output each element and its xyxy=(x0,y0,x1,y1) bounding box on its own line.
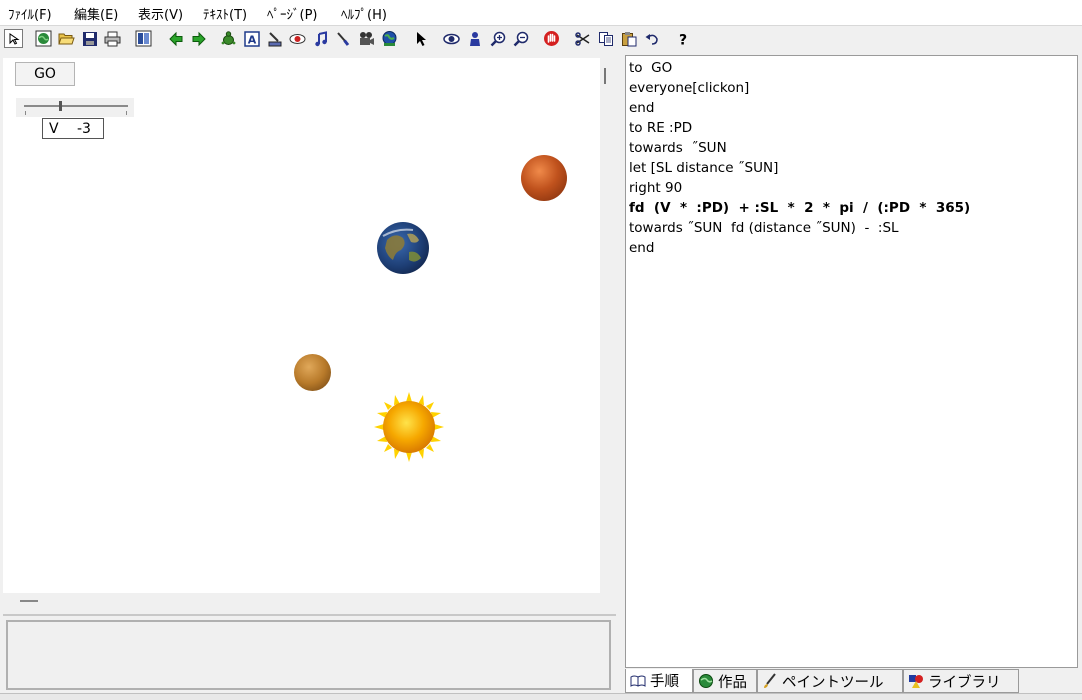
code-line: to GO xyxy=(629,60,673,76)
brush-icon[interactable] xyxy=(333,29,352,48)
open-book-icon xyxy=(630,673,646,689)
text-box-icon[interactable]: A xyxy=(242,29,261,48)
code-line: towards ˝SUN fd (distance ˝SUN) - :SL xyxy=(629,220,899,236)
code-line: end xyxy=(629,100,655,116)
menu-view[interactable]: 表示(V) xyxy=(138,4,183,23)
paint-brush-icon xyxy=(762,673,778,689)
book-icon[interactable] xyxy=(134,29,153,48)
menu-help[interactable]: ﾍﾙﾌﾟ(H) xyxy=(341,4,387,23)
menu-page[interactable]: ﾍﾟｰｼﾞ(P) xyxy=(267,4,317,23)
code-line: to RE :PD xyxy=(629,120,693,136)
slider-tick xyxy=(126,111,127,115)
code-line: right 90 xyxy=(629,180,683,196)
go-button[interactable]: GO xyxy=(15,62,75,86)
turtle-icon[interactable] xyxy=(219,29,238,48)
undo-icon[interactable] xyxy=(642,29,661,48)
earth-planet[interactable] xyxy=(377,222,429,274)
paste-icon[interactable] xyxy=(619,29,638,48)
variable-name: V xyxy=(49,120,59,137)
slider-tick xyxy=(25,111,26,115)
message-frame xyxy=(3,614,616,696)
movie-camera-icon[interactable] xyxy=(357,29,376,48)
work-canvas[interactable]: GO V -3 xyxy=(3,58,600,593)
toolbar: A ? xyxy=(0,26,1082,52)
copy-icon[interactable] xyxy=(596,29,615,48)
open-folder-icon[interactable] xyxy=(57,29,76,48)
back-arrow-icon[interactable] xyxy=(166,29,185,48)
tab-works[interactable]: 作品 xyxy=(693,669,757,693)
sun[interactable] xyxy=(374,392,444,462)
globe-icon[interactable] xyxy=(34,29,53,48)
stamp-icon[interactable] xyxy=(265,29,284,48)
menu-text[interactable]: ﾃｷｽﾄ(T) xyxy=(203,4,247,23)
tab-paint-tools-label: ペイントツール xyxy=(782,674,884,691)
mars-planet[interactable] xyxy=(521,155,567,201)
canvas-scroll-mark xyxy=(604,68,606,84)
forward-arrow-icon[interactable] xyxy=(189,29,208,48)
venus-planet[interactable] xyxy=(294,354,331,391)
zoom-in-icon[interactable] xyxy=(488,29,507,48)
music-note-icon[interactable] xyxy=(311,29,330,48)
menu-bar: ﾌｧｲﾙ(F) 編集(E) 表示(V) ﾃｷｽﾄ(T) ﾍﾟｰｼﾞ(P) ﾍﾙﾌ… xyxy=(0,0,1082,26)
svg-text:A: A xyxy=(247,33,256,46)
menu-file[interactable]: ﾌｧｲﾙ(F) xyxy=(8,4,52,23)
slider-track xyxy=(24,105,128,107)
slider-thumb[interactable] xyxy=(59,101,63,111)
code-line: end xyxy=(629,240,655,256)
tab-paint-tools[interactable]: ペイントツール xyxy=(757,669,903,693)
code-line: towards ˝SUN xyxy=(629,140,727,156)
tab-procedure[interactable]: 手順 xyxy=(625,669,693,693)
print-icon[interactable] xyxy=(103,29,122,48)
code-line: let [SL distance ˝SUN] xyxy=(629,160,779,176)
eye-icon[interactable] xyxy=(442,29,461,48)
tab-library[interactable]: ライブラリ xyxy=(903,669,1019,693)
tab-library-label: ライブラリ xyxy=(928,674,1001,691)
earth-ball-icon[interactable] xyxy=(380,29,399,48)
tab-works-label: 作品 xyxy=(718,674,747,691)
person-icon[interactable] xyxy=(465,29,484,48)
help-icon[interactable]: ? xyxy=(673,29,692,48)
globe-icon xyxy=(698,673,714,689)
stop-hand-icon[interactable] xyxy=(542,29,561,48)
scissors-icon[interactable] xyxy=(573,29,592,48)
variable-v-display: V -3 xyxy=(42,118,104,139)
pointer-icon[interactable] xyxy=(411,29,430,48)
procedure-editor[interactable]: to GO everyone[clickon] end to RE :PD toward… xyxy=(625,55,1078,668)
code-line: everyone[clickon] xyxy=(629,80,750,96)
v-slider[interactable] xyxy=(16,98,134,117)
svg-text:?: ? xyxy=(678,32,686,47)
select-arrow-icon[interactable] xyxy=(4,29,23,48)
save-icon[interactable] xyxy=(80,29,99,48)
variable-value: -3 xyxy=(77,120,91,137)
message-area[interactable] xyxy=(6,620,611,690)
zoom-out-icon[interactable] xyxy=(511,29,530,48)
shapes-library-icon xyxy=(908,673,924,689)
splitter-handle[interactable] xyxy=(20,600,38,602)
code-line: fd (V * :PD) + :SL * 2 * pi / (:PD * 365… xyxy=(629,200,971,216)
tab-procedure-label: 手順 xyxy=(650,674,679,690)
eye-shape-icon[interactable] xyxy=(288,29,307,48)
menu-edit[interactable]: 編集(E) xyxy=(74,4,118,23)
